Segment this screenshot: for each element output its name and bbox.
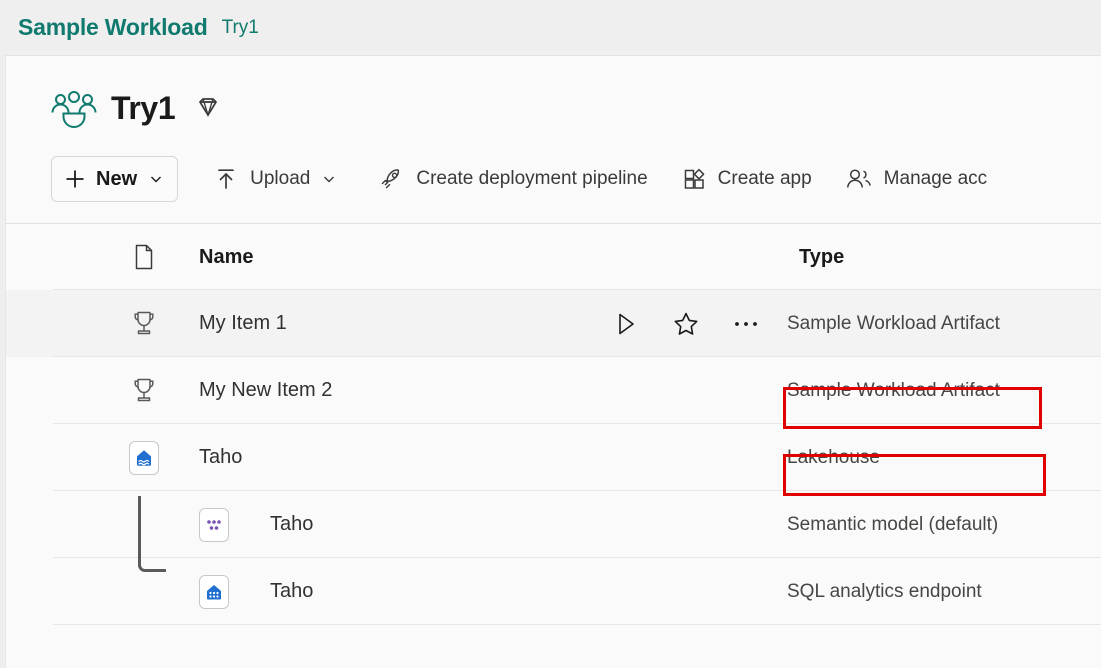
manage-access-label: Manage acc: [883, 168, 988, 189]
item-type: Lakehouse: [787, 446, 880, 468]
create-app-label: Create app: [717, 168, 812, 189]
item-name[interactable]: My Item 1: [199, 312, 287, 335]
create-deployment-pipeline-button[interactable]: Create deployment pipeline: [368, 157, 657, 201]
item-type: Semantic model (default): [787, 513, 999, 535]
workspace-header: Try1: [51, 80, 223, 136]
semantic-model-icon: [194, 507, 234, 542]
table-row[interactable]: My Item 1 Sample Workload Artifact: [6, 290, 1101, 357]
table-row[interactable]: Taho Semantic model (default): [6, 491, 1101, 558]
sql-endpoint-icon: [194, 574, 234, 609]
manage-access-button[interactable]: Manage acc: [836, 157, 998, 201]
item-name[interactable]: My New Item 2: [199, 379, 332, 402]
upload-icon: [214, 167, 238, 191]
table-row[interactable]: My New Item 2 Sample Workload Artifact: [6, 357, 1101, 424]
item-name[interactable]: Taho: [270, 580, 313, 603]
item-type: SQL analytics endpoint: [787, 580, 982, 602]
run-icon[interactable]: [611, 309, 641, 339]
trophy-icon: [124, 377, 164, 405]
table-row[interactable]: Taho Lakehouse: [6, 424, 1101, 491]
table-header-row: Name Type: [6, 224, 1101, 290]
create-deployment-pipeline-label: Create deployment pipeline: [416, 168, 648, 189]
item-type: Sample Workload Artifact: [787, 312, 1000, 334]
item-name[interactable]: Taho: [199, 446, 242, 469]
chevron-down-icon[interactable]: [322, 172, 336, 186]
row-action-group: [611, 290, 761, 357]
item-name[interactable]: Taho: [270, 513, 313, 536]
product-brand-title[interactable]: Sample Workload: [18, 14, 208, 41]
table-row[interactable]: Taho SQL analytics endpoint: [6, 558, 1101, 625]
item-type: Sample Workload Artifact: [787, 379, 1000, 401]
row-divider: [53, 624, 1101, 625]
people-icon: [846, 168, 872, 190]
app-grid-icon: [682, 167, 706, 191]
column-header-name[interactable]: Name: [199, 246, 253, 269]
top-breadcrumb-bar: Sample Workload Try1: [0, 0, 1101, 55]
document-icon: [124, 244, 164, 270]
premium-diamond-icon: [175, 93, 223, 123]
column-header-type[interactable]: Type: [799, 246, 844, 269]
workspace-items-table: Name Type My Item 1 Sample Workload Arti…: [6, 224, 1101, 625]
upload-button-label: Upload: [250, 168, 311, 189]
workspace-people-icon: [51, 88, 97, 128]
new-button-label: New: [96, 167, 138, 190]
chevron-down-icon[interactable]: [149, 172, 163, 186]
more-options-icon[interactable]: [731, 309, 761, 339]
new-button[interactable]: New: [51, 156, 179, 202]
upload-button[interactable]: Upload: [204, 157, 346, 201]
plus-icon: [64, 168, 86, 190]
workspace-toolbar: New Upload Create deployment pipeline Cr…: [51, 151, 997, 207]
star-icon[interactable]: [671, 309, 701, 339]
rocket-icon: [378, 166, 404, 192]
workspace-content-panel: Try1 New Upload Create deployment pipeli…: [5, 55, 1101, 668]
workspace-title: Try1: [111, 89, 176, 126]
breadcrumb-workspace-link[interactable]: Try1: [222, 17, 259, 39]
lakehouse-icon: [124, 440, 164, 475]
trophy-icon: [124, 310, 164, 338]
tree-connector-line: [138, 496, 166, 572]
create-app-button[interactable]: Create app: [672, 157, 822, 201]
